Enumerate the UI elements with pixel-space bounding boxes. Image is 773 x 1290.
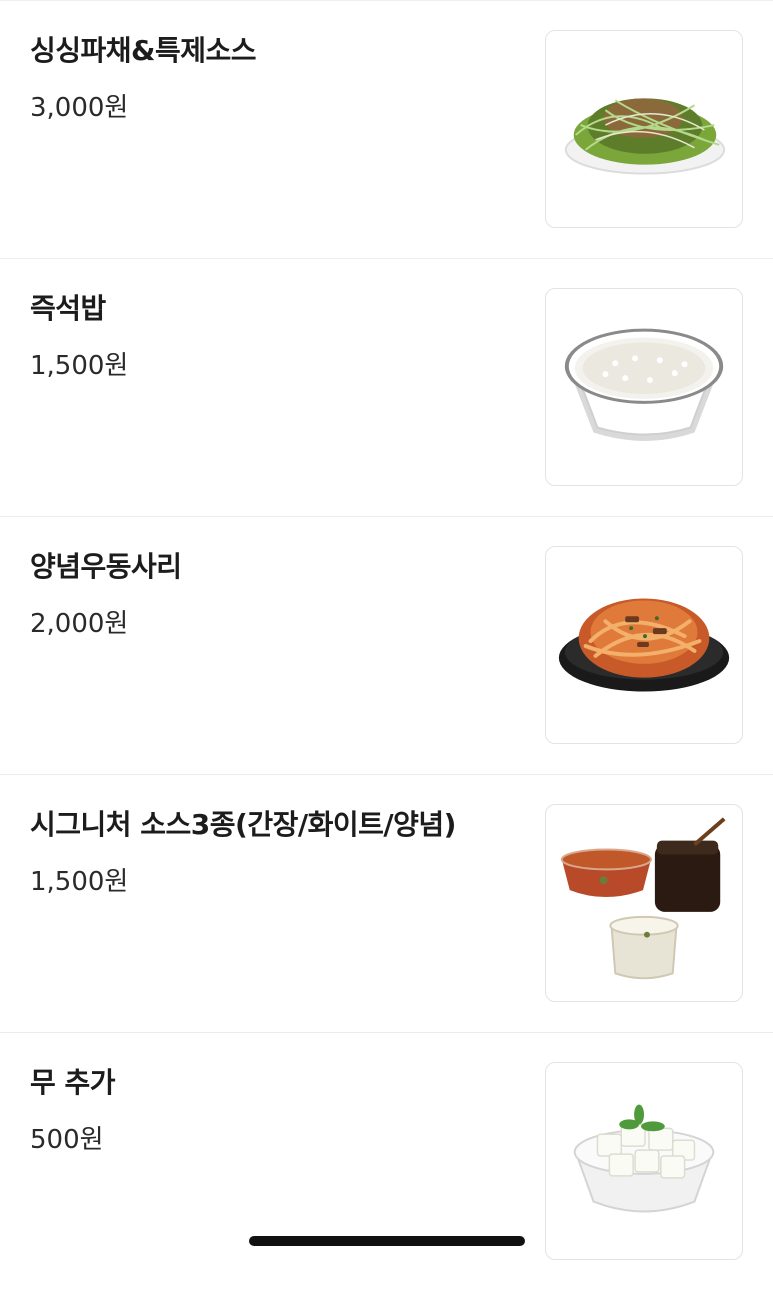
green-onion-salad-image[interactable]	[545, 30, 743, 228]
item-price: 1,500원	[30, 867, 129, 897]
menu-item[interactable]: 즉석밥 1,500원	[0, 258, 773, 516]
item-name: 즉석밥	[30, 292, 106, 325]
menu-list: 싱싱파채&특제소스 3,000원 즉석밥 1,500원 양념우동사리 2,000…	[0, 0, 773, 1290]
home-indicator[interactable]	[249, 1236, 525, 1246]
item-name: 무 추가	[30, 1066, 116, 1099]
item-name: 시그니처 소스3종(간장/화이트/양념)	[30, 808, 456, 841]
pickled-radish-image[interactable]	[545, 1062, 743, 1260]
item-price: 2,000원	[30, 609, 129, 639]
item-price: 3,000원	[30, 93, 129, 123]
menu-item[interactable]: 무 추가 500원	[0, 1032, 773, 1290]
item-price: 500원	[30, 1125, 104, 1155]
signature-sauces-image[interactable]	[545, 804, 743, 1002]
menu-item[interactable]: 양념우동사리 2,000원	[0, 516, 773, 774]
item-name: 양념우동사리	[30, 550, 182, 583]
item-name: 싱싱파채&특제소스	[30, 34, 257, 67]
item-price: 1,500원	[30, 351, 129, 381]
menu-item[interactable]: 싱싱파채&특제소스 3,000원	[0, 0, 773, 258]
seasoned-udon-image[interactable]	[545, 546, 743, 744]
menu-item[interactable]: 시그니처 소스3종(간장/화이트/양념) 1,500원	[0, 774, 773, 1032]
instant-rice-image[interactable]	[545, 288, 743, 486]
